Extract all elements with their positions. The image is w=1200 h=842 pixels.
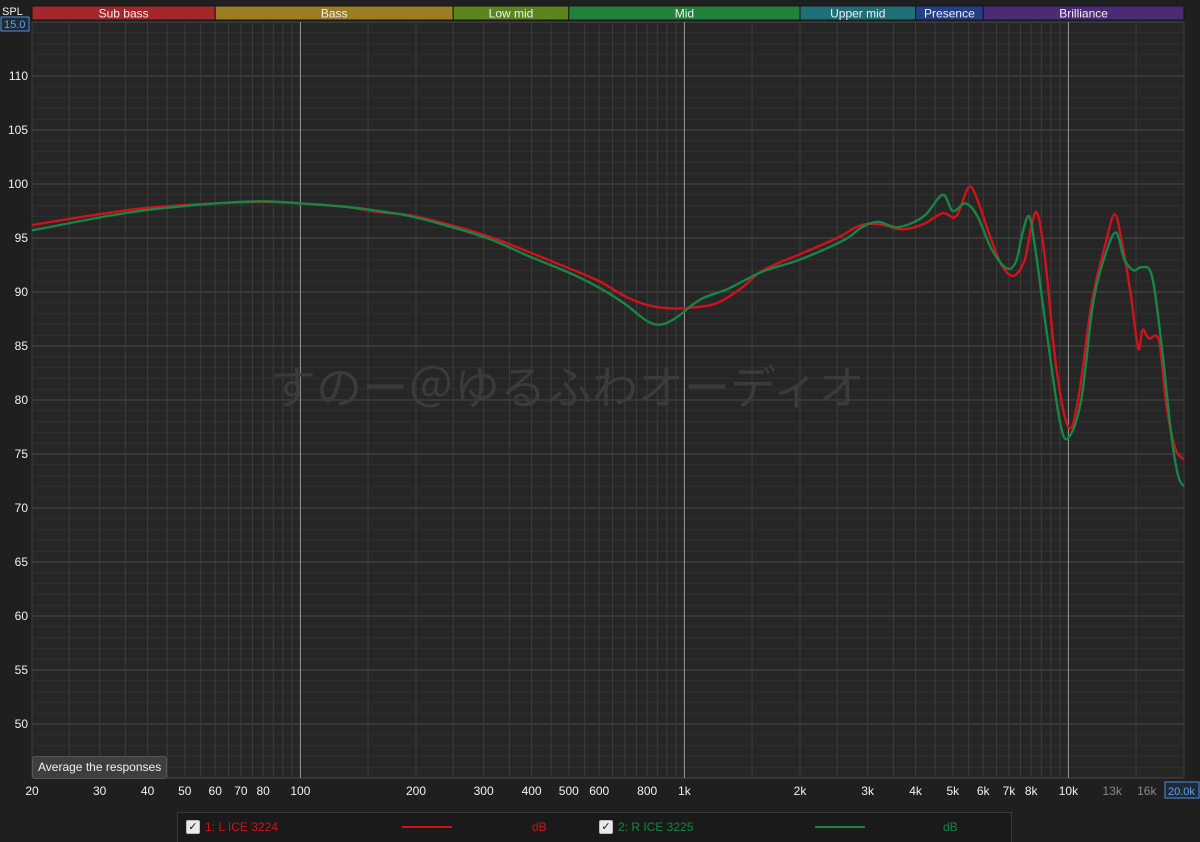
y-tick-label: 85 (15, 339, 29, 353)
x-tick-label: 100 (290, 784, 310, 798)
average-responses-button[interactable]: Average the responses (32, 756, 168, 779)
x-tick-label: 20 (25, 784, 39, 798)
x-tick-label: 4k (909, 784, 923, 798)
y-tick-label: 90 (15, 285, 29, 299)
y-tick-label: 110 (9, 69, 28, 83)
legend-series-name: 1: L ICE 3224 (205, 820, 278, 834)
y-tick-label: 105 (8, 123, 28, 137)
x-tick-label: 40 (141, 784, 155, 798)
y-axis-unit-label: SPL (2, 6, 23, 18)
band-label: Upper mid (830, 7, 885, 21)
x-tick-label: 70 (234, 784, 248, 798)
x-tick-label: 400 (522, 784, 542, 798)
x-tick-label: 80 (257, 784, 271, 798)
x-tick-label: 200 (406, 784, 426, 798)
x-tick-label: 50 (178, 784, 192, 798)
band-label: Low mid (489, 7, 534, 21)
y-tick-label: 100 (8, 177, 28, 191)
watermark-text: すのー＠ゆるふわオーディオ (270, 361, 865, 415)
x-tick-label: 600 (589, 784, 609, 798)
legend-series-unit: dB (943, 820, 958, 834)
y-tick-label: 50 (15, 717, 29, 731)
y-tick-label: 95 (15, 231, 29, 245)
y-tick-label: 70 (15, 501, 29, 515)
y-tick-label: 60 (15, 609, 29, 623)
legend-line-swatch (815, 826, 865, 828)
band-label: Presence (924, 7, 975, 21)
y-scale-box[interactable]: 15.0 (0, 16, 30, 32)
x-tick-label: 300 (474, 784, 494, 798)
checkbox-checked-icon[interactable]: ✓ (599, 820, 613, 834)
legend-series-unit: dB (532, 820, 547, 834)
band-label: Brilliance (1059, 7, 1108, 21)
x-tick-label: 2k (794, 784, 808, 798)
x-tick-label: 5k (946, 784, 960, 798)
legend: ✓ 1: L ICE 3224 dB ✓ 2: R ICE 3225 dB (177, 812, 1012, 842)
frequency-response-chart: すのー＠ゆるふわオーディオ Sub bass Bass Low mid Mid Uppe… (0, 0, 1200, 842)
x-tick-label: 1k (678, 784, 692, 798)
x-tick-label: 13k (1102, 784, 1122, 798)
band-label: Sub bass (99, 7, 149, 21)
y-tick-label: 55 (15, 663, 29, 677)
y-tick-label: 65 (15, 555, 29, 569)
x-tick-label: 30 (93, 784, 107, 798)
x-tick-label: 10k (1059, 784, 1079, 798)
y-tick-label: 75 (15, 447, 29, 461)
y-tick-label: 80 (15, 393, 29, 407)
legend-series-name: 2: R ICE 3225 (618, 820, 694, 834)
x-tick-label: 500 (559, 784, 579, 798)
checkbox-checked-icon[interactable]: ✓ (186, 820, 200, 834)
x-tick-label: 16k (1137, 784, 1157, 798)
legend-line-swatch (402, 826, 452, 828)
x-tick-label: 7k (1003, 784, 1017, 798)
x-tick-label: 8k (1025, 784, 1039, 798)
x-tick-label: 3k (861, 784, 875, 798)
x-tick-label: 800 (637, 784, 657, 798)
band-label: Mid (675, 7, 694, 21)
band-label: Bass (321, 7, 348, 21)
x-tick-label: 6k (977, 784, 991, 798)
x-tick-label: 60 (209, 784, 223, 798)
y-scale-value: 15.0 (4, 19, 25, 31)
x-end-box[interactable]: 20.0k (1164, 781, 1200, 799)
x-end-value: 20.0k (1168, 786, 1195, 798)
frequency-band-bar: Sub bass Bass Low mid Mid Upper mid Presence B… (31, 5, 1185, 21)
